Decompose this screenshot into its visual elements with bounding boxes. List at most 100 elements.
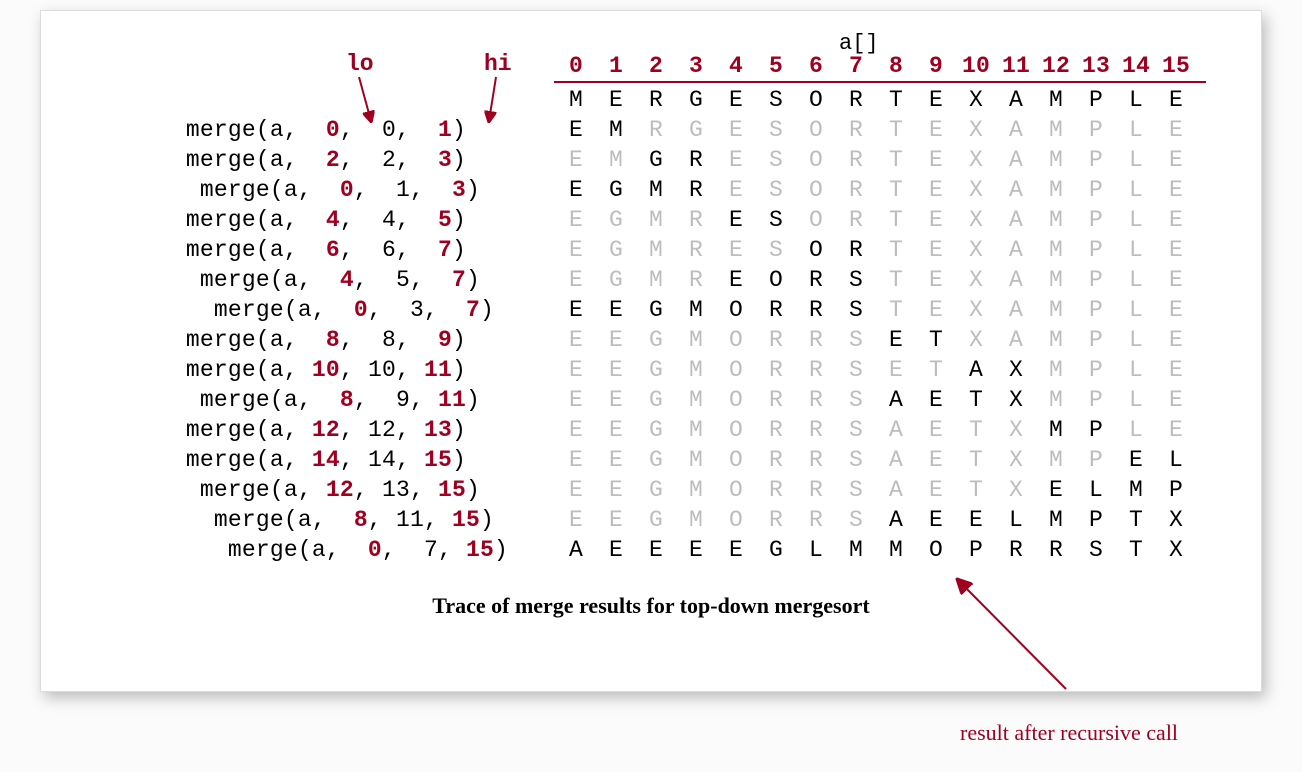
trace-row: merge(a, 4, 4, 5) EGMRESORTEXAMPLE	[136, 205, 1226, 235]
letter-cell: X	[956, 145, 996, 175]
letter-cell: E	[636, 535, 676, 565]
letter-grid: EEGMORRSAETXELMP	[556, 475, 1196, 505]
letter-cell: E	[556, 205, 596, 235]
letter-cell: T	[876, 265, 916, 295]
letter-cell: M	[1036, 505, 1076, 535]
letter-cell: G	[676, 115, 716, 145]
letter-cell: T	[876, 235, 916, 265]
letter-cell: M	[676, 325, 716, 355]
letter-grid: EEGMORRSETAXMPLE	[556, 355, 1196, 385]
letter-cell: L	[1116, 265, 1156, 295]
letter-cell: O	[716, 505, 756, 535]
initial-cell: E	[596, 85, 636, 115]
result-arrow	[941, 571, 1111, 711]
letter-cell: P	[1076, 355, 1116, 385]
letter-grid: EEGMORRSAETXMPLE	[556, 385, 1196, 415]
letter-cell: X	[956, 265, 996, 295]
merge-call: merge(a, 12, 13, 15)	[136, 475, 536, 505]
letter-grid: EEGMORRSETXAMPLE	[556, 325, 1196, 355]
trace-row: merge(a, 6, 6, 7) EGMRESORTEXAMPLE	[136, 235, 1226, 265]
letter-cell: R	[636, 115, 676, 145]
letter-cell: A	[876, 505, 916, 535]
letter-cell: A	[996, 145, 1036, 175]
trace-row: merge(a, 4, 5, 7) EGMREORSTEXAMPLE	[136, 265, 1226, 295]
letter-cell: T	[1116, 505, 1156, 535]
letter-cell: R	[796, 355, 836, 385]
letter-cell: M	[596, 115, 636, 145]
letter-cell: E	[916, 175, 956, 205]
letter-cell: M	[636, 205, 676, 235]
letter-cell: T	[876, 115, 916, 145]
letter-cell: A	[956, 355, 996, 385]
letter-cell: P	[1076, 205, 1116, 235]
letter-cell: M	[1036, 145, 1076, 175]
letter-cell: M	[676, 385, 716, 415]
letter-cell: P	[1076, 445, 1116, 475]
initial-cell: P	[1076, 85, 1116, 115]
letter-cell: E	[916, 115, 956, 145]
letter-cell: M	[676, 355, 716, 385]
index-cell: 2	[636, 51, 676, 81]
letter-cell: E	[716, 175, 756, 205]
trace-row: merge(a, 0, 0, 1) EMRGESORTEXAMPLE	[136, 115, 1226, 145]
letter-cell: E	[916, 235, 956, 265]
letter-cell: S	[1076, 535, 1116, 565]
initial-cell: E	[716, 85, 756, 115]
initial-row: MERGESORTEXAMPLE	[136, 85, 1226, 115]
letter-cell: G	[636, 445, 676, 475]
letter-cell: E	[876, 325, 916, 355]
diagram-card: a[] lo hi 0123456789101112131415	[40, 10, 1262, 692]
initial-cell: G	[676, 85, 716, 115]
letter-cell: E	[596, 415, 636, 445]
letter-cell: E	[596, 505, 636, 535]
letter-cell: M	[1036, 415, 1076, 445]
trace-row: merge(a, 8, 9, 11) EEGMORRSAETXMPLE	[136, 385, 1226, 415]
trace-row: merge(a, 2, 2, 3) EMGRESORTEXAMPLE	[136, 145, 1226, 175]
index-cell: 9	[916, 51, 956, 81]
letter-cell: L	[1116, 295, 1156, 325]
letter-cell: G	[636, 145, 676, 175]
header-rule	[554, 81, 1206, 83]
letter-cell: R	[836, 175, 876, 205]
letter-cell: M	[676, 415, 716, 445]
letter-cell: R	[796, 475, 836, 505]
letter-cell: M	[1036, 175, 1076, 205]
letter-cell: E	[596, 355, 636, 385]
letter-cell: E	[1156, 325, 1196, 355]
letter-cell: E	[916, 385, 956, 415]
letter-cell: E	[716, 205, 756, 235]
letter-cell: R	[796, 295, 836, 325]
trace-row: merge(a, 8, 11, 15) EEGMORRSAEELMPTX	[136, 505, 1226, 535]
letter-cell: R	[796, 445, 836, 475]
index-grid: 0123456789101112131415	[556, 51, 1196, 81]
letter-cell: O	[916, 535, 956, 565]
trace-row: merge(a, 10, 10, 11) EEGMORRSETAXMPLE	[136, 355, 1226, 385]
letter-cell: S	[756, 205, 796, 235]
letter-cell: T	[916, 355, 956, 385]
letter-cell: E	[916, 265, 956, 295]
letter-cell: E	[916, 295, 956, 325]
letter-cell: G	[636, 355, 676, 385]
letter-cell: L	[1116, 415, 1156, 445]
letter-cell: E	[876, 355, 916, 385]
letter-cell: M	[596, 145, 636, 175]
letter-cell: M	[636, 235, 676, 265]
initial-cell: E	[916, 85, 956, 115]
letter-cell: S	[756, 115, 796, 145]
initial-cell: T	[876, 85, 916, 115]
letter-cell: G	[636, 295, 676, 325]
letter-grid: EEGMORRSTEXAMPLE	[556, 295, 1196, 325]
trace-row: merge(a, 8, 8, 9) EEGMORRSETXAMPLE	[136, 325, 1226, 355]
index-cell: 15	[1156, 51, 1196, 81]
letter-cell: O	[716, 415, 756, 445]
letter-cell: E	[556, 445, 596, 475]
merge-call: merge(a, 8, 8, 9)	[136, 325, 536, 355]
merge-call: merge(a, 0, 1, 3)	[136, 175, 536, 205]
letter-cell: A	[876, 445, 916, 475]
letter-grid: EGMRESORTEXAMPLE	[556, 175, 1196, 205]
letter-cell: R	[996, 535, 1036, 565]
letter-cell: E	[716, 145, 756, 175]
letter-cell: X	[956, 295, 996, 325]
index-cell: 12	[1036, 51, 1076, 81]
letter-cell: E	[916, 415, 956, 445]
